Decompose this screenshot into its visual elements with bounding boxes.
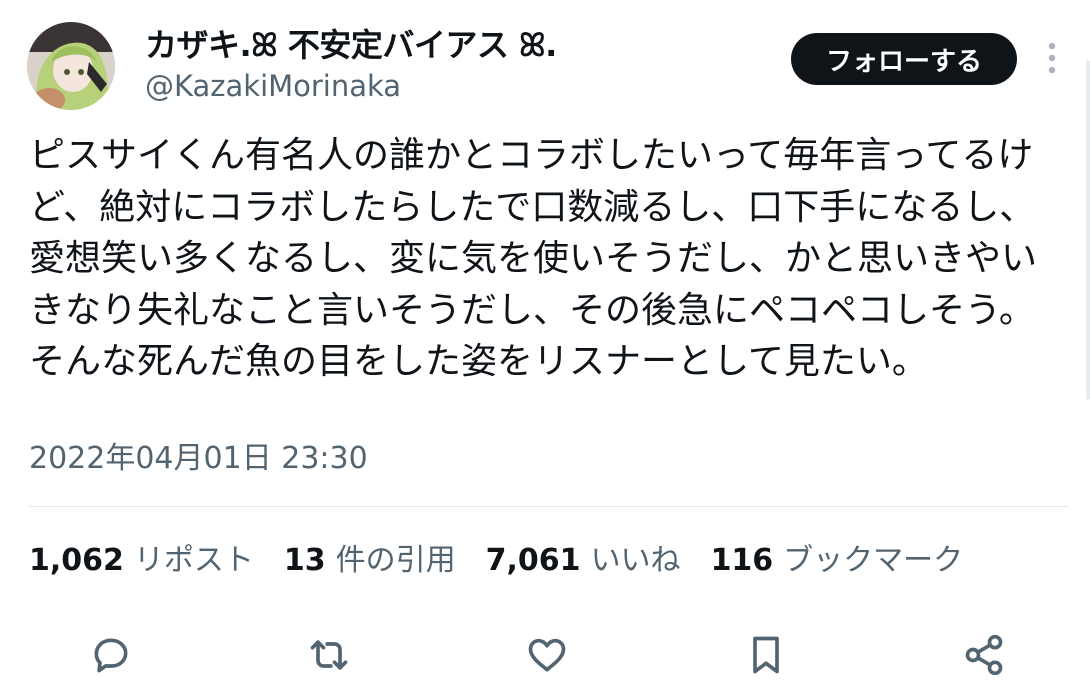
repost-icon bbox=[310, 640, 348, 670]
tweet-timestamp[interactable]: 2022年04月01日 23:30 bbox=[29, 439, 368, 479]
stat-label: リポスト bbox=[133, 543, 254, 578]
action-bar bbox=[0, 630, 1090, 686]
stat-reposts[interactable]: 1,062 リポスト bbox=[29, 535, 254, 579]
share-button[interactable] bbox=[959, 630, 1009, 680]
display-name[interactable]: カザキ.ꕤ 不安定バイアス ꕤ. bbox=[145, 26, 557, 64]
like-icon bbox=[528, 638, 566, 672]
like-button[interactable] bbox=[522, 630, 572, 680]
tweet-text: ピスサイくん有名人の誰かとコラボしたいって毎年言ってるけど、絶対にコラボしたらし… bbox=[29, 135, 1038, 382]
stat-label: 件の引用 bbox=[335, 543, 456, 578]
stat-label: いいね bbox=[590, 543, 681, 578]
engagement-stats: 1,062 リポスト 13 件の引用 7,061 いいね 116 ブックマーク bbox=[29, 535, 993, 579]
reply-icon bbox=[94, 638, 128, 673]
stat-count: 7,061 bbox=[485, 543, 581, 578]
scrollbar[interactable] bbox=[1086, 60, 1090, 400]
avatar[interactable] bbox=[27, 22, 115, 110]
user-handle[interactable]: @KazakiMorinaka bbox=[145, 68, 401, 104]
share-icon bbox=[965, 634, 1003, 676]
stat-count: 116 bbox=[710, 543, 774, 578]
stat-likes[interactable]: 7,061 いいね bbox=[486, 535, 681, 579]
stat-count: 1,062 bbox=[29, 543, 124, 578]
repost-button[interactable] bbox=[304, 630, 354, 680]
more-vertical-icon[interactable] bbox=[1042, 40, 1062, 76]
stat-quotes[interactable]: 13 件の引用 bbox=[284, 535, 456, 579]
bookmark-icon bbox=[753, 636, 779, 674]
stat-count: 13 bbox=[283, 543, 326, 578]
reply-button[interactable] bbox=[86, 630, 136, 680]
anime-avatar-icon bbox=[27, 22, 115, 110]
bookmark-button[interactable] bbox=[741, 630, 791, 680]
follow-button[interactable]: フォローする bbox=[791, 33, 1017, 85]
divider bbox=[29, 506, 1069, 507]
stat-label: ブックマーク bbox=[783, 543, 964, 578]
stat-bookmarks[interactable]: 116 ブックマーク bbox=[711, 535, 964, 579]
